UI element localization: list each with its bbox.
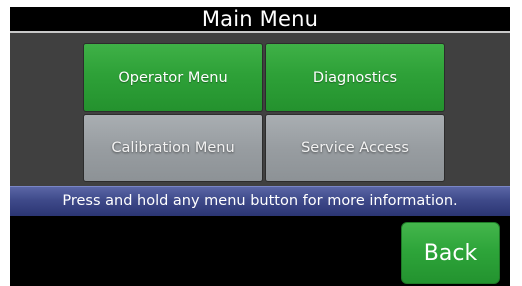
calibration-menu-button[interactable]: Calibration Menu (83, 114, 263, 182)
operator-menu-button[interactable]: Operator Menu (83, 43, 263, 112)
service-access-button[interactable]: Service Access (265, 114, 445, 182)
screen: Main Menu Operator Menu Diagnostics Cali… (10, 7, 510, 286)
diagnostics-button[interactable]: Diagnostics (265, 43, 445, 112)
menu-panel: Operator Menu Diagnostics Calibration Me… (10, 33, 510, 186)
info-bar: Press and hold any menu button for more … (10, 186, 510, 216)
back-button[interactable]: Back (401, 222, 500, 284)
page-title: Main Menu (10, 7, 510, 31)
